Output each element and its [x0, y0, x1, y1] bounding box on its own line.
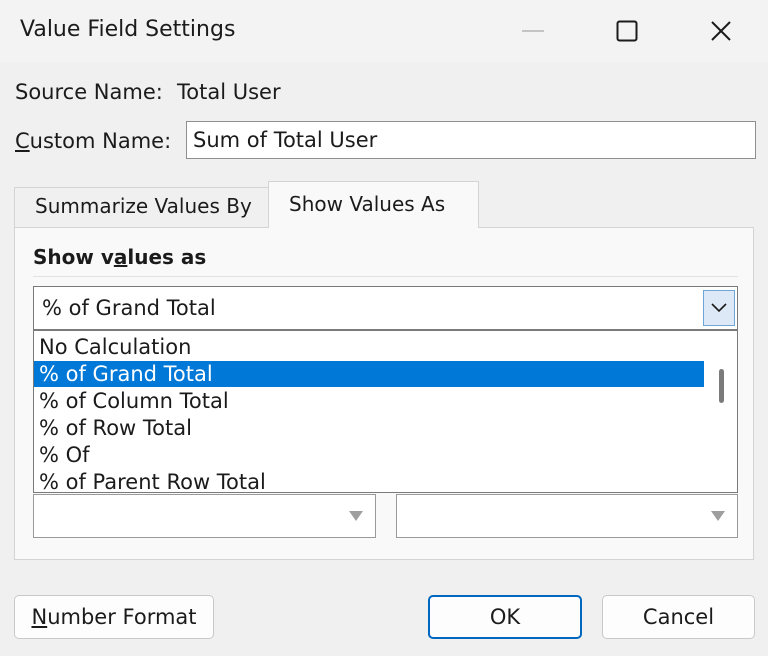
- list-item-percent-of[interactable]: % Of: [34, 442, 704, 468]
- show-values-as-label-pre: Show v: [33, 245, 114, 269]
- chevron-down-icon: [711, 303, 727, 313]
- cancel-button[interactable]: Cancel: [602, 595, 755, 639]
- close-icon: [711, 21, 731, 41]
- source-name-value: Total User: [177, 80, 281, 104]
- close-button[interactable]: [693, 6, 749, 56]
- custom-name-field-box: [186, 121, 756, 159]
- dropdown-arrow-icon: [349, 511, 363, 521]
- show-values-as-label-post: lues as: [127, 245, 207, 269]
- group-divider: [33, 276, 738, 277]
- maximize-button[interactable]: [599, 6, 655, 56]
- show-values-as-dropdown[interactable]: % of Grand Total: [33, 286, 738, 330]
- dropdown-selected-value: % of Grand Total: [42, 296, 216, 320]
- title-bar: Value Field Settings: [0, 0, 768, 62]
- dropdown-toggle-button[interactable]: [703, 290, 735, 326]
- tab-show-values-as-label: Show Values As: [289, 192, 446, 216]
- source-name-label: Source Name:: [15, 80, 163, 104]
- base-field-dropdown[interactable]: [33, 494, 376, 538]
- number-format-accelerator: N: [31, 605, 48, 629]
- tab-summarize-values-by-label: Summarize Values By: [35, 194, 252, 218]
- maximize-icon: [616, 20, 638, 42]
- dropdown-list[interactable]: No Calculation % of Grand Total % of Col…: [33, 330, 738, 493]
- list-item-percent-of-column-total[interactable]: % of Column Total: [34, 388, 704, 414]
- custom-name-label: Custom Name:: [15, 128, 171, 154]
- custom-name-label-text: ustom Name:: [29, 129, 172, 153]
- show-values-as-accelerator: a: [113, 245, 128, 269]
- custom-name-field[interactable]: [187, 122, 749, 158]
- number-format-label: umber Format: [47, 605, 197, 629]
- window-title: Value Field Settings: [20, 17, 236, 42]
- list-scrollbar[interactable]: [705, 331, 737, 492]
- list-item-percent-of-grand-total[interactable]: % of Grand Total: [34, 361, 704, 387]
- custom-name-accelerator: C: [15, 129, 30, 153]
- number-format-button[interactable]: Number Format: [14, 595, 214, 639]
- minimize-button[interactable]: [505, 6, 561, 56]
- value-field-settings-dialog: Value Field Settings Source Name: Total …: [0, 0, 768, 656]
- tab-summarize-values-by[interactable]: Summarize Values By: [14, 187, 270, 227]
- scrollbar-thumb[interactable]: [719, 369, 724, 403]
- tab-show-values-as[interactable]: Show Values As: [268, 181, 479, 228]
- ok-button[interactable]: OK: [428, 595, 582, 639]
- minimize-icon: [522, 30, 544, 32]
- show-values-as-label: Show values as: [33, 244, 206, 270]
- dropdown-arrow-icon: [711, 511, 725, 521]
- list-item-percent-of-row-total[interactable]: % of Row Total: [34, 415, 704, 441]
- list-item-no-calculation[interactable]: No Calculation: [34, 334, 704, 360]
- base-item-dropdown[interactable]: [396, 494, 738, 538]
- list-item-percent-of-parent-row-total[interactable]: % of Parent Row Total: [34, 469, 704, 492]
